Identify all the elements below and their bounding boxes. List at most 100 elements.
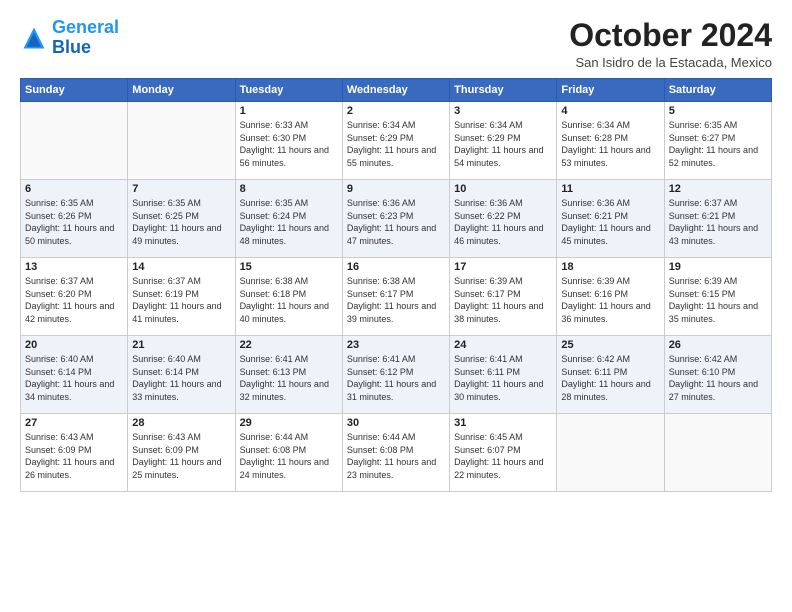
day-number: 20 [25,339,123,351]
day-number: 12 [669,183,767,195]
calendar: Sunday Monday Tuesday Wednesday Thursday… [20,78,772,492]
day-number: 24 [454,339,552,351]
table-cell: 28Sunrise: 6:43 AMSunset: 6:09 PMDayligh… [128,414,235,492]
day-info: Sunrise: 6:35 AMSunset: 6:24 PMDaylight:… [240,197,338,247]
table-cell [128,102,235,180]
day-info: Sunrise: 6:42 AMSunset: 6:10 PMDaylight:… [669,353,767,403]
day-info: Sunrise: 6:36 AMSunset: 6:22 PMDaylight:… [454,197,552,247]
title-area: October 2024 San Isidro de la Estacada, … [569,18,772,70]
calendar-header-row: Sunday Monday Tuesday Wednesday Thursday… [21,79,772,102]
day-info: Sunrise: 6:38 AMSunset: 6:18 PMDaylight:… [240,275,338,325]
col-tuesday: Tuesday [235,79,342,102]
table-cell: 3 Sunrise: 6:34 AMSunset: 6:29 PMDaylight… [450,102,557,180]
logo-text: General Blue [52,18,119,58]
day-info: Sunrise: 6:42 AMSunset: 6:11 PMDaylight:… [561,353,659,403]
col-thursday: Thursday [450,79,557,102]
day-info: Sunrise: 6:37 AMSunset: 6:20 PMDaylight:… [25,275,123,325]
day-info: Sunrise: 6:37 AMSunset: 6:21 PMDaylight:… [669,197,767,247]
day-info: Sunrise: 6:35 AMSunset: 6:26 PMDaylight:… [25,197,123,247]
table-cell: 23 Sunrise: 6:41 AMSunset: 6:12 PMDayligh… [342,336,449,414]
day-info: Sunrise: 6:34 AMSunset: 6:28 PMDaylight:… [561,119,659,169]
day-info: Sunrise: 6:44 AMSunset: 6:08 PMDaylight:… [347,431,445,481]
day-number: 13 [25,261,123,273]
header: General Blue October 2024 San Isidro de … [20,18,772,70]
table-cell: 1Sunrise: 6:33 AMSunset: 6:30 PMDaylight… [235,102,342,180]
day-number: 7 [132,183,230,195]
table-cell: 31Sunrise: 6:45 AMSunset: 6:07 PMDayligh… [450,414,557,492]
month-title: October 2024 [569,18,772,53]
table-cell: 16Sunrise: 6:38 AMSunset: 6:17 PMDayligh… [342,258,449,336]
table-cell: 15 Sunrise: 6:38 AMSunset: 6:18 PMDayligh… [235,258,342,336]
col-wednesday: Wednesday [342,79,449,102]
day-number: 29 [240,417,338,429]
table-cell: 21 Sunrise: 6:40 AMSunset: 6:14 PMDayligh… [128,336,235,414]
table-cell: 26 Sunrise: 6:42 AMSunset: 6:10 PMDayligh… [664,336,771,414]
day-number: 14 [132,261,230,273]
day-number: 21 [132,339,230,351]
table-cell: 9 Sunrise: 6:36 AMSunset: 6:23 PMDaylight… [342,180,449,258]
col-saturday: Saturday [664,79,771,102]
day-info: Sunrise: 6:35 AMSunset: 6:25 PMDaylight:… [132,197,230,247]
day-number: 2 [347,105,445,117]
table-cell [664,414,771,492]
day-number: 23 [347,339,445,351]
day-info: Sunrise: 6:36 AMSunset: 6:23 PMDaylight:… [347,197,445,247]
table-cell: 17Sunrise: 6:39 AMSunset: 6:17 PMDayligh… [450,258,557,336]
day-info: Sunrise: 6:37 AMSunset: 6:19 PMDaylight:… [132,275,230,325]
day-number: 11 [561,183,659,195]
day-info: Sunrise: 6:43 AMSunset: 6:09 PMDaylight:… [25,431,123,481]
day-number: 31 [454,417,552,429]
day-info: Sunrise: 6:34 AMSunset: 6:29 PMDaylight:… [347,119,445,169]
day-info: Sunrise: 6:39 AMSunset: 6:15 PMDaylight:… [669,275,767,325]
day-info: Sunrise: 6:41 AMSunset: 6:11 PMDaylight:… [454,353,552,403]
day-info: Sunrise: 6:41 AMSunset: 6:13 PMDaylight:… [240,353,338,403]
table-cell [21,102,128,180]
day-info: Sunrise: 6:44 AMSunset: 6:08 PMDaylight:… [240,431,338,481]
location: San Isidro de la Estacada, Mexico [569,55,772,70]
day-number: 6 [25,183,123,195]
table-cell: 19 Sunrise: 6:39 AMSunset: 6:15 PMDayligh… [664,258,771,336]
day-info: Sunrise: 6:39 AMSunset: 6:17 PMDaylight:… [454,275,552,325]
col-friday: Friday [557,79,664,102]
table-cell: 11Sunrise: 6:36 AMSunset: 6:21 PMDayligh… [557,180,664,258]
day-number: 28 [132,417,230,429]
table-cell: 4Sunrise: 6:34 AMSunset: 6:28 PMDaylight… [557,102,664,180]
table-cell: 10Sunrise: 6:36 AMSunset: 6:22 PMDayligh… [450,180,557,258]
logo: General Blue [20,18,119,58]
table-cell: 12 Sunrise: 6:37 AMSunset: 6:21 PMDayligh… [664,180,771,258]
table-cell: 5Sunrise: 6:35 AMSunset: 6:27 PMDaylight… [664,102,771,180]
day-number: 1 [240,105,338,117]
page: General Blue October 2024 San Isidro de … [0,0,792,612]
day-info: Sunrise: 6:41 AMSunset: 6:12 PMDaylight:… [347,353,445,403]
day-number: 15 [240,261,338,273]
day-info: Sunrise: 6:34 AMSunset: 6:29 PMDaylight:… [454,119,552,169]
table-cell: 18Sunrise: 6:39 AMSunset: 6:16 PMDayligh… [557,258,664,336]
day-number: 27 [25,417,123,429]
table-cell: 8 Sunrise: 6:35 AMSunset: 6:24 PMDaylight… [235,180,342,258]
table-cell [557,414,664,492]
day-info: Sunrise: 6:40 AMSunset: 6:14 PMDaylight:… [132,353,230,403]
table-cell: 27 Sunrise: 6:43 AMSunset: 6:09 PMDayligh… [21,414,128,492]
day-number: 9 [347,183,445,195]
day-number: 8 [240,183,338,195]
col-sunday: Sunday [21,79,128,102]
table-cell: 13 Sunrise: 6:37 AMSunset: 6:20 PMDayligh… [21,258,128,336]
logo-icon [20,24,48,52]
table-cell: 7 Sunrise: 6:35 AMSunset: 6:25 PMDaylight… [128,180,235,258]
day-info: Sunrise: 6:35 AMSunset: 6:27 PMDaylight:… [669,119,767,169]
day-number: 30 [347,417,445,429]
table-cell: 30 Sunrise: 6:44 AMSunset: 6:08 PMDayligh… [342,414,449,492]
day-number: 25 [561,339,659,351]
day-number: 22 [240,339,338,351]
table-cell: 22 Sunrise: 6:41 AMSunset: 6:13 PMDayligh… [235,336,342,414]
table-cell: 2 Sunrise: 6:34 AMSunset: 6:29 PMDaylight… [342,102,449,180]
day-number: 3 [454,105,552,117]
table-cell: 29 Sunrise: 6:44 AMSunset: 6:08 PMDayligh… [235,414,342,492]
day-number: 26 [669,339,767,351]
table-cell: 6 Sunrise: 6:35 AMSunset: 6:26 PMDaylight… [21,180,128,258]
table-cell: 24 Sunrise: 6:41 AMSunset: 6:11 PMDayligh… [450,336,557,414]
day-number: 19 [669,261,767,273]
col-monday: Monday [128,79,235,102]
day-info: Sunrise: 6:39 AMSunset: 6:16 PMDaylight:… [561,275,659,325]
table-cell: 25 Sunrise: 6:42 AMSunset: 6:11 PMDayligh… [557,336,664,414]
